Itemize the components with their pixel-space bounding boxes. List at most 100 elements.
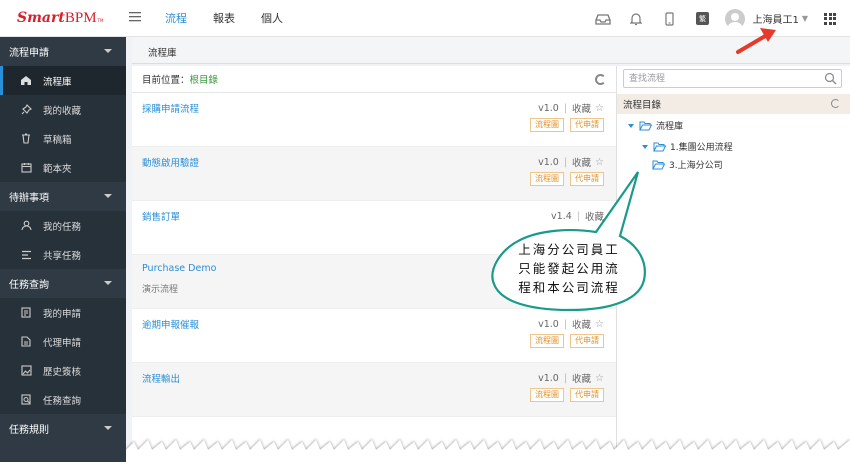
nav-tab-personal[interactable]: 個人 (255, 10, 289, 26)
search-doc-icon (20, 394, 32, 406)
refresh-icon[interactable] (595, 74, 606, 85)
tree-header-label: 流程目錄 (623, 100, 662, 111)
row-meta: v1.0 | 收藏 ☆ (538, 317, 604, 332)
search-input[interactable] (624, 70, 814, 87)
sidebar-item-task-query[interactable]: 任務查詢 (0, 385, 126, 414)
sidebar-group-label: 任務規則 (9, 425, 49, 436)
list-item: 動態啟用驗證 v1.0 | 收藏 ☆ 流程圖 代申請 (132, 147, 616, 201)
sidebar-item-shared-tasks[interactable]: 共享任務 (0, 240, 126, 269)
row-meta: v1.4 | 收藏 (551, 209, 604, 224)
sidebar-item-templates[interactable]: 範本夾 (0, 153, 126, 182)
apps-grid-icon[interactable] (824, 12, 836, 25)
proxy-apply-button[interactable]: 代申請 (570, 388, 604, 402)
tree-node-group-public[interactable]: 1.集團公用流程 (642, 140, 733, 153)
tree-node-shanghai-branch[interactable]: 3.上海分公司 (652, 158, 723, 171)
tree-header: 流程目錄 (617, 94, 850, 114)
favorite-button[interactable]: 收藏 (572, 371, 591, 385)
proxy-apply-button[interactable]: 代申請 (570, 118, 604, 132)
flowchart-button[interactable]: 流程圖 (530, 172, 564, 186)
tree-node-label: 1.集團公用流程 (670, 143, 733, 153)
row-tags: 流程圖 代申請 (524, 388, 604, 402)
sidebar-group-label: 任務查詢 (9, 280, 49, 291)
version-label: v1.0 (538, 102, 559, 114)
favorite-button[interactable]: 收藏 (572, 101, 591, 115)
star-icon[interactable]: ☆ (595, 319, 604, 330)
process-title-link[interactable]: 銷售訂單 (142, 209, 180, 223)
process-list-panel: 目前位置： 根目錄 採購申請流程 v1.0 | 收藏 ☆ 流程圖 代申請 動態啟用… (132, 66, 617, 462)
search-icon[interactable] (824, 72, 837, 85)
list-item: Purchase Demo 演示流程 (132, 255, 616, 309)
favorite-button[interactable]: 收藏 (585, 209, 604, 223)
version-label: v1.0 (538, 372, 559, 384)
user-name[interactable]: 上海員工1 (752, 11, 798, 26)
folder-open-icon (653, 142, 666, 151)
tree-node-root[interactable]: 流程庫 (628, 119, 683, 132)
chevron-down-icon (104, 281, 112, 285)
breadcrumb: 流程庫 (132, 37, 850, 64)
expand-arrow-icon[interactable] (628, 123, 634, 128)
page-title: 流程庫 (148, 48, 177, 59)
user-icon (20, 220, 32, 232)
tree-node-label: 3.上海分公司 (669, 161, 723, 171)
sidebar-item-label: 我的申請 (43, 308, 82, 320)
logo[interactable]: Smart BPM TM (0, 10, 120, 27)
favorite-button[interactable]: 收藏 (572, 317, 591, 331)
proxy-apply-button[interactable]: 代申請 (570, 172, 604, 186)
logo-smart-text: Smart (17, 9, 65, 26)
sidebar-group-label: 待辦事項 (9, 193, 49, 204)
sidebar-item-favorites[interactable]: 我的收藏 (0, 95, 126, 124)
sidebar-group-label: 流程申請 (9, 48, 49, 59)
process-title-link[interactable]: Purchase Demo (142, 263, 216, 274)
star-icon[interactable]: ☆ (595, 157, 604, 168)
star-icon[interactable]: ☆ (595, 103, 604, 114)
star-icon[interactable]: ☆ (595, 373, 604, 384)
chevron-down-icon[interactable]: ▼ (802, 14, 808, 23)
process-title-link[interactable]: 流程輸出 (142, 371, 180, 385)
location-root-link[interactable]: 根目錄 (190, 72, 219, 86)
favorite-button[interactable]: 收藏 (572, 155, 591, 169)
flowchart-button[interactable]: 流程圖 (530, 118, 564, 132)
row-meta: v1.0 | 收藏 ☆ (538, 101, 604, 116)
sidebar: 流程申請 流程庫 我的收藏 草稿箱 範本夾 待辦事項 我的任務 共享任務 任務查… (0, 37, 126, 462)
inbox-icon[interactable] (593, 9, 613, 29)
tree-node-label: 流程庫 (656, 122, 684, 132)
nav-tab-process[interactable]: 流程 (159, 10, 193, 26)
process-title-link[interactable]: 逾期申報催報 (142, 317, 199, 331)
trash-icon (20, 133, 32, 145)
flowchart-button[interactable]: 流程圖 (530, 388, 564, 402)
sidebar-item-history-approvals[interactable]: 歷史簽核 (0, 356, 126, 385)
expand-arrow-icon[interactable] (642, 144, 648, 149)
version-label: v1.0 (538, 318, 559, 330)
sidebar-item-label: 任務查詢 (43, 395, 82, 407)
avatar[interactable] (725, 8, 746, 29)
sidebar-item-process-library[interactable]: 流程庫 (0, 66, 126, 95)
sidebar-item-label: 草稿箱 (43, 134, 72, 146)
sidebar-group-task-rules[interactable]: 任務規則 (0, 414, 126, 443)
process-title-link[interactable]: 動態啟用驗證 (142, 155, 199, 169)
home-icon (20, 75, 32, 87)
list-item: 採購申請流程 v1.0 | 收藏 ☆ 流程圖 代申請 (132, 93, 616, 147)
sidebar-group-todo[interactable]: 待辦事項 (0, 182, 126, 211)
sidebar-item-my-tasks[interactable]: 我的任務 (0, 211, 126, 240)
nav-tab-report[interactable]: 報表 (207, 10, 241, 26)
flowchart-button[interactable]: 流程圖 (530, 334, 564, 348)
sidebar-item-proxy-applications[interactable]: 代理申請 (0, 327, 126, 356)
process-tree-panel: 流程目錄 流程庫 1.集團公用流程 3.上海分公司 (617, 66, 850, 462)
sidebar-item-label: 我的任務 (43, 221, 82, 233)
sidebar-group-task-query[interactable]: 任務查詢 (0, 269, 126, 298)
sidebar-item-drafts[interactable]: 草稿箱 (0, 124, 126, 153)
sidebar-item-label: 歷史簽核 (43, 366, 82, 378)
language-badge: 繁 (695, 12, 709, 25)
row-tags: 流程圖 代申請 (524, 334, 604, 348)
mobile-icon[interactable] (659, 9, 679, 29)
menu-toggle-icon[interactable] (129, 11, 145, 26)
process-title-link[interactable]: 採購申請流程 (142, 101, 199, 115)
logo-tm-text: TM (97, 17, 104, 23)
refresh-icon[interactable] (831, 99, 840, 108)
sidebar-item-my-applications[interactable]: 我的申請 (0, 298, 126, 327)
folder-open-icon (652, 160, 665, 169)
sidebar-group-process-apply[interactable]: 流程申請 (0, 37, 126, 66)
language-button[interactable]: 繁 (692, 9, 712, 29)
bell-icon[interactable] (626, 9, 646, 29)
proxy-apply-button[interactable]: 代申請 (570, 334, 604, 348)
